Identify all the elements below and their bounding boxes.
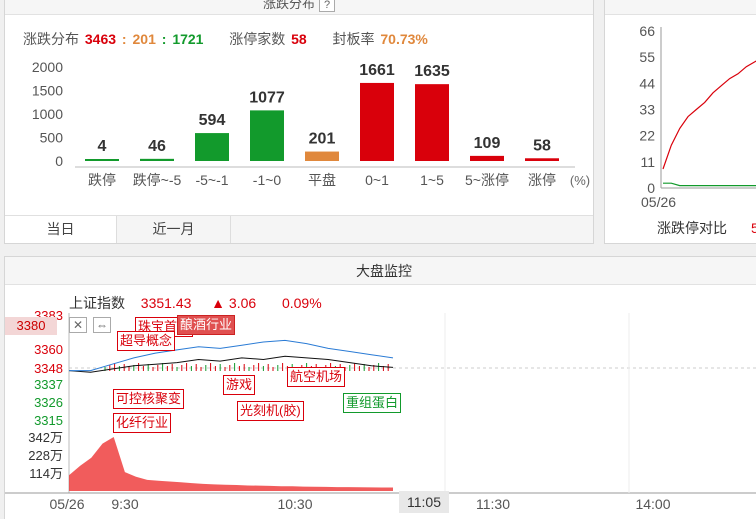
price-tick: 3326: [34, 395, 63, 410]
category-label: -5~-1: [195, 172, 228, 188]
bar-value-label: 1077: [249, 89, 285, 106]
bar-2: [195, 133, 229, 161]
intraday-chart[interactable]: 338333603348333733263315342万228万114万05/2…: [5, 257, 756, 519]
bar-1: [140, 158, 174, 161]
down-count: 1721: [172, 31, 204, 47]
tab-today[interactable]: 当日: [5, 216, 117, 243]
sep-1: :: [118, 31, 131, 47]
distribution-title-bar: 涨跌分布?: [5, 0, 593, 15]
y-tick-label: 0: [55, 153, 63, 169]
expand-icon[interactable]: ⇔: [93, 317, 111, 333]
distribution-title: 涨跌分布: [262, 0, 315, 11]
limit-up-count: 58: [291, 31, 307, 47]
volume-area: [69, 437, 393, 491]
bar-4: [305, 151, 339, 161]
y-tick-label: 1000: [32, 106, 63, 122]
bar-value-label: 109: [474, 135, 501, 152]
limit-up-label: 涨停家数: [229, 31, 286, 47]
limit-ratio-chart: 011223344556605/26涨跌停对比 5: [639, 23, 756, 236]
bar-value-label: 4: [98, 138, 107, 155]
distribution-panel: 涨跌分布? 涨跌分布 3463 : 201 : 1721 涨停家数 58 封板率…: [4, 0, 594, 244]
market-monitor-panel: 大盘监控 上证指数 3351.43 ▲ 3.06 0.09% 3383 3360 3…: [4, 256, 756, 519]
distribution-bar-chart: 0 500 1000 1500 2000 4 跌停 46 跌停~-5 594 -5~-1 1077 -1…: [32, 59, 590, 188]
ratio-footer-label: 涨跌停对比: [657, 220, 727, 236]
category-label: 平盘: [308, 172, 336, 188]
summary-label: 涨跌分布: [23, 31, 79, 47]
current-time-marker: 11:05: [399, 491, 449, 513]
price-tick: 3337: [34, 377, 63, 392]
bar-6: [415, 84, 449, 161]
bar-5: [360, 82, 394, 161]
current-price-label: 3380: [5, 317, 57, 335]
category-label: 跌停: [88, 172, 116, 188]
y-tick-label: 1500: [32, 83, 63, 99]
category-label: 5~涨停: [465, 172, 509, 188]
time-label: 11:30: [476, 496, 510, 512]
time-label: 9:30: [111, 496, 138, 512]
category-label: 0~1: [365, 172, 389, 188]
event-tag[interactable]: 化纤行业: [113, 413, 172, 433]
category-label: 跌停~-5: [133, 172, 182, 188]
bar-value-label: 1661: [359, 62, 395, 79]
volume-tick: 228万: [28, 448, 63, 463]
bar-3: [250, 110, 284, 161]
time-label: 05/26: [49, 496, 84, 512]
event-tag[interactable]: 航空机场: [287, 367, 346, 387]
event-tag[interactable]: 酿酒行业: [177, 315, 236, 335]
tab-month[interactable]: 近一月: [117, 216, 231, 243]
seal-rate-label: 封板率: [332, 31, 375, 47]
event-tag[interactable]: 可控核聚变: [113, 389, 185, 409]
event-tag[interactable]: 超导概念: [117, 331, 176, 351]
event-tag[interactable]: 重组蛋白: [343, 393, 402, 413]
up-count: 3463: [84, 31, 117, 47]
time-label: 10:30: [277, 496, 312, 512]
sep-2: :: [157, 31, 171, 47]
time-label: 14:00: [635, 496, 670, 512]
price-tick: 3348: [34, 361, 63, 376]
bar-value-label: 46: [148, 138, 166, 155]
event-tag[interactable]: 游戏: [223, 375, 256, 395]
limit-ratio-panel: 0 11 22 33 44 55 66 05/26 涨跌停对比 5: [604, 0, 756, 244]
ratio-y-tick: 66: [639, 23, 655, 39]
volume-tick: 342万: [28, 430, 63, 445]
category-label: -1~0: [253, 172, 282, 188]
distribution-summary: 涨跌分布 3463 : 201 : 1721 涨停家数 58 封板率 70.73…: [23, 29, 430, 49]
seal-rate: 70.73%: [380, 31, 428, 47]
y-tick-label: 2000: [32, 59, 63, 75]
unit-label: (%): [570, 173, 590, 188]
ratio-y-tick: 55: [639, 49, 655, 65]
bar-value-label: 201: [309, 131, 336, 148]
ratio-series-0: [662, 60, 756, 170]
bar-0: [85, 159, 119, 161]
ratio-footer-value: 5: [751, 220, 756, 236]
y-tick-label: 500: [40, 130, 64, 146]
bar-8: [525, 158, 559, 161]
price-tick: 3315: [34, 413, 63, 428]
category-label: 1~5: [420, 172, 444, 188]
bar-value-label: 58: [533, 137, 551, 154]
ratio-x-label: 05/26: [641, 194, 676, 210]
ratio-y-tick: 22: [639, 128, 655, 144]
flat-count: 201: [132, 31, 156, 47]
ratio-y-tick: 11: [640, 154, 655, 170]
bar-value-label: 1635: [414, 63, 450, 80]
close-icon[interactable]: ✕: [69, 317, 87, 333]
category-label: 涨停: [528, 172, 556, 188]
bar-7: [470, 155, 504, 161]
volume-tick: 114万: [29, 466, 63, 481]
ratio-title-bar: [605, 0, 756, 15]
price-tick: 3360: [34, 342, 63, 357]
ratio-series-1: [663, 182, 756, 187]
help-icon[interactable]: ?: [319, 0, 335, 12]
distribution-tabs: 当日 近一月: [5, 215, 593, 243]
bar-value-label: 594: [199, 112, 226, 129]
event-tag[interactable]: 光刻机(胶): [237, 401, 304, 421]
ratio-y-tick: 44: [639, 75, 655, 91]
ratio-y-tick: 33: [639, 102, 655, 118]
